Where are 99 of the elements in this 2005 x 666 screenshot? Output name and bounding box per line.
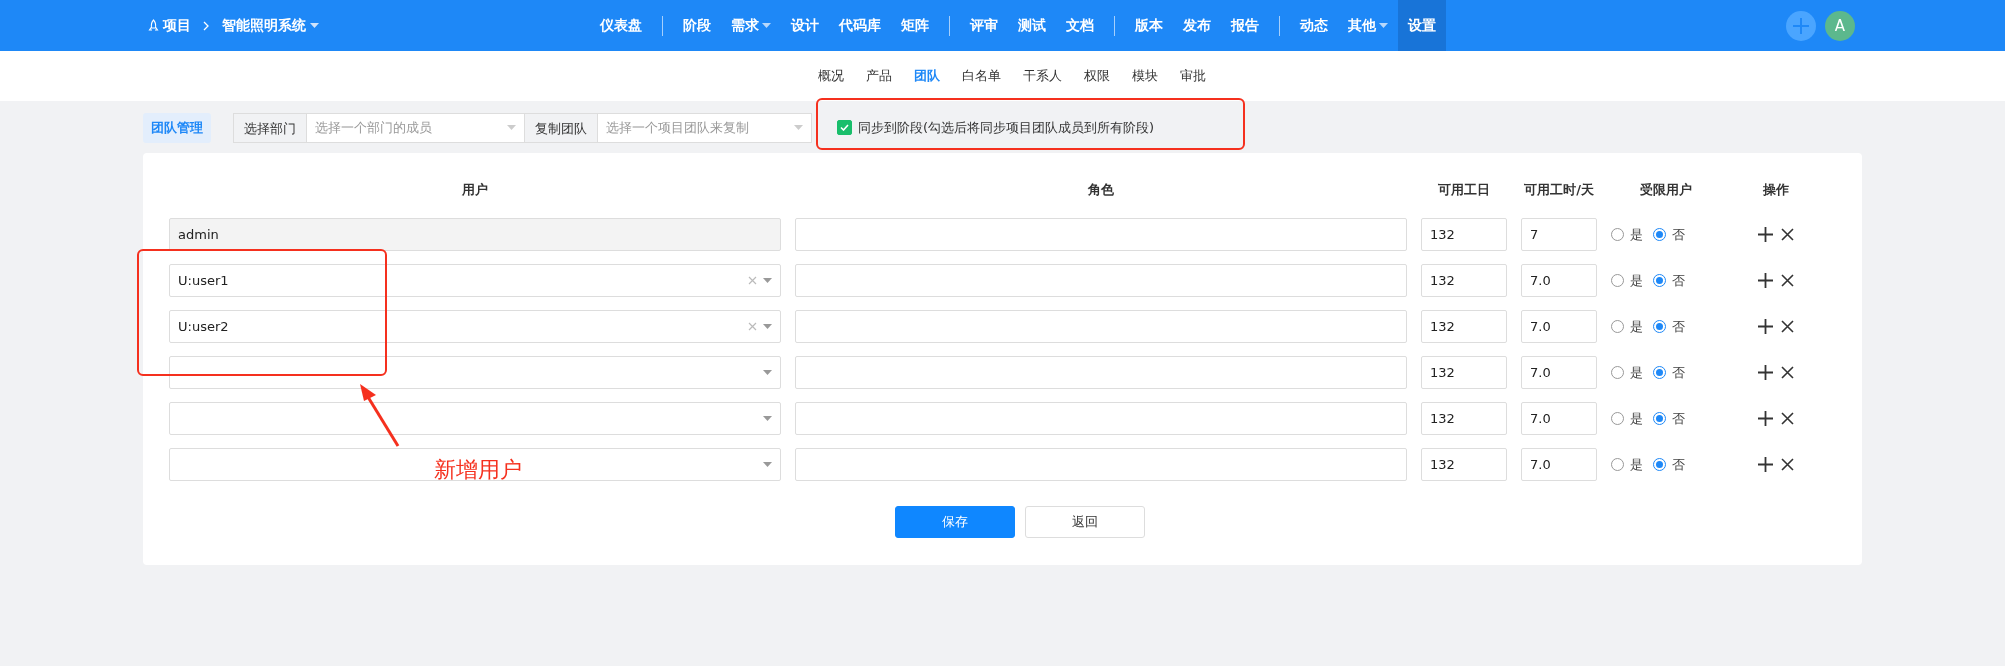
user-select[interactable] (169, 448, 781, 481)
sub-tab[interactable]: 团队 (913, 67, 940, 85)
days-field[interactable]: 132 (1421, 218, 1507, 251)
copy-team-label: 复制团队 (525, 112, 598, 143)
days-field[interactable]: 132 (1421, 402, 1507, 435)
radio-label: 否 (1672, 225, 1685, 244)
radio-label: 否 (1672, 409, 1685, 428)
delete-row-icon[interactable] (1780, 458, 1794, 471)
hours-field[interactable]: 7.0 (1521, 264, 1597, 297)
days-field[interactable]: 132 (1421, 356, 1507, 389)
caret-icon (763, 416, 772, 421)
radio-label: 否 (1672, 363, 1685, 382)
nav-tab[interactable]: 设计 (781, 0, 829, 51)
user-select[interactable] (169, 356, 781, 389)
sub-tab[interactable]: 产品 (865, 67, 892, 85)
add-row-icon[interactable] (1757, 273, 1773, 288)
checkbox[interactable] (837, 120, 852, 135)
nav-tab[interactable]: 动态 (1290, 0, 1338, 51)
caret-icon (763, 370, 772, 375)
nav-tab[interactable]: 发布 (1173, 0, 1221, 51)
sub-tab[interactable]: 白名单 (961, 67, 1001, 85)
radio-label: 是 (1630, 317, 1643, 336)
hours-field[interactable]: 7.0 (1521, 402, 1597, 435)
radio-label: 是 (1630, 225, 1643, 244)
radio-label: 是 (1630, 409, 1643, 428)
column-header: 受限用户 (1639, 181, 1693, 199)
clear-icon[interactable] (748, 276, 757, 285)
sub-tab[interactable]: 模块 (1131, 67, 1158, 85)
add-row-icon[interactable] (1757, 227, 1773, 242)
rocket-icon (148, 19, 159, 32)
sub-tab[interactable]: 权限 (1083, 67, 1110, 85)
caret-icon (763, 462, 772, 467)
delete-row-icon[interactable] (1780, 366, 1794, 379)
column-header: 用户 (461, 181, 489, 199)
column-header: 操作 (1761, 181, 1790, 199)
column-header: 角色 (1087, 181, 1115, 199)
clear-icon[interactable] (748, 322, 757, 331)
user-select[interactable]: U:user1 (169, 264, 781, 297)
nav-tab[interactable]: 其他 (1338, 0, 1398, 51)
add-row-icon[interactable] (1757, 365, 1773, 380)
radio-label: 否 (1672, 317, 1685, 336)
check-icon (840, 124, 849, 131)
nav-tab[interactable]: 阶段 (673, 0, 721, 51)
add-row-icon[interactable] (1757, 319, 1773, 334)
role-field[interactable] (795, 448, 1407, 481)
nav-tab[interactable]: 测试 (1008, 0, 1056, 51)
hours-field[interactable]: 7.0 (1521, 310, 1597, 343)
hours-field[interactable]: 7.0 (1521, 356, 1597, 389)
hours-field[interactable]: 7 (1521, 218, 1597, 251)
radio-label: 是 (1630, 455, 1643, 474)
project-switcher[interactable]: 智能照明系统 (222, 16, 319, 35)
section-title: 团队管理 (143, 112, 211, 143)
radio-label: 否 (1672, 455, 1685, 474)
sub-tab[interactable]: 概况 (817, 67, 844, 85)
role-field[interactable] (795, 264, 1407, 297)
nav-tab[interactable]: 仪表盘 (590, 0, 652, 51)
column-header: 可用工时/天 (1523, 181, 1595, 199)
user-field[interactable]: admin (169, 218, 781, 251)
nav-tab[interactable]: 报告 (1221, 0, 1269, 51)
add-row-icon[interactable] (1757, 411, 1773, 426)
nav-tab[interactable]: 文档 (1056, 0, 1104, 51)
sub-tab[interactable]: 审批 (1179, 67, 1206, 85)
nav-tab[interactable]: 矩阵 (891, 0, 939, 51)
caret-icon (507, 125, 516, 130)
role-field[interactable] (795, 310, 1407, 343)
column-header: 可用工日 (1437, 181, 1491, 199)
save-button[interactable]: 保存 (895, 506, 1015, 538)
role-field[interactable] (795, 218, 1407, 251)
back-button[interactable]: 返回 (1025, 506, 1145, 538)
radio-label: 否 (1672, 271, 1685, 290)
user-select[interactable]: U:user2 (169, 310, 781, 343)
delete-row-icon[interactable] (1780, 228, 1794, 241)
nav-tab[interactable]: 代码库 (829, 0, 891, 51)
caret-icon (310, 23, 319, 28)
chevron-icon (203, 20, 210, 31)
project-link[interactable]: 项目 (148, 16, 191, 35)
annotation-text: 新增用户 (434, 456, 522, 484)
days-field[interactable]: 132 (1421, 264, 1507, 297)
plus-icon (1792, 16, 1810, 35)
nav-tab[interactable]: 版本 (1125, 0, 1173, 51)
days-field[interactable]: 132 (1421, 310, 1507, 343)
delete-row-icon[interactable] (1780, 412, 1794, 425)
role-field[interactable] (795, 356, 1407, 389)
add-row-icon[interactable] (1757, 457, 1773, 472)
caret-icon (763, 278, 772, 283)
delete-row-icon[interactable] (1780, 320, 1794, 333)
radio-label: 是 (1630, 271, 1643, 290)
delete-row-icon[interactable] (1780, 274, 1794, 287)
nav-tab[interactable]: 评审 (960, 0, 1008, 51)
department-label: 选择部门 (233, 112, 307, 143)
days-field[interactable]: 132 (1421, 448, 1507, 481)
sub-tab[interactable]: 干系人 (1022, 67, 1062, 85)
radio-label: 是 (1630, 363, 1643, 382)
caret-icon (763, 324, 772, 329)
role-field[interactable] (795, 402, 1407, 435)
nav-tab[interactable]: 需求 (721, 0, 781, 51)
hours-field[interactable]: 7.0 (1521, 448, 1597, 481)
nav-tab[interactable]: 设置 (1398, 0, 1446, 51)
caret-icon (794, 125, 803, 130)
